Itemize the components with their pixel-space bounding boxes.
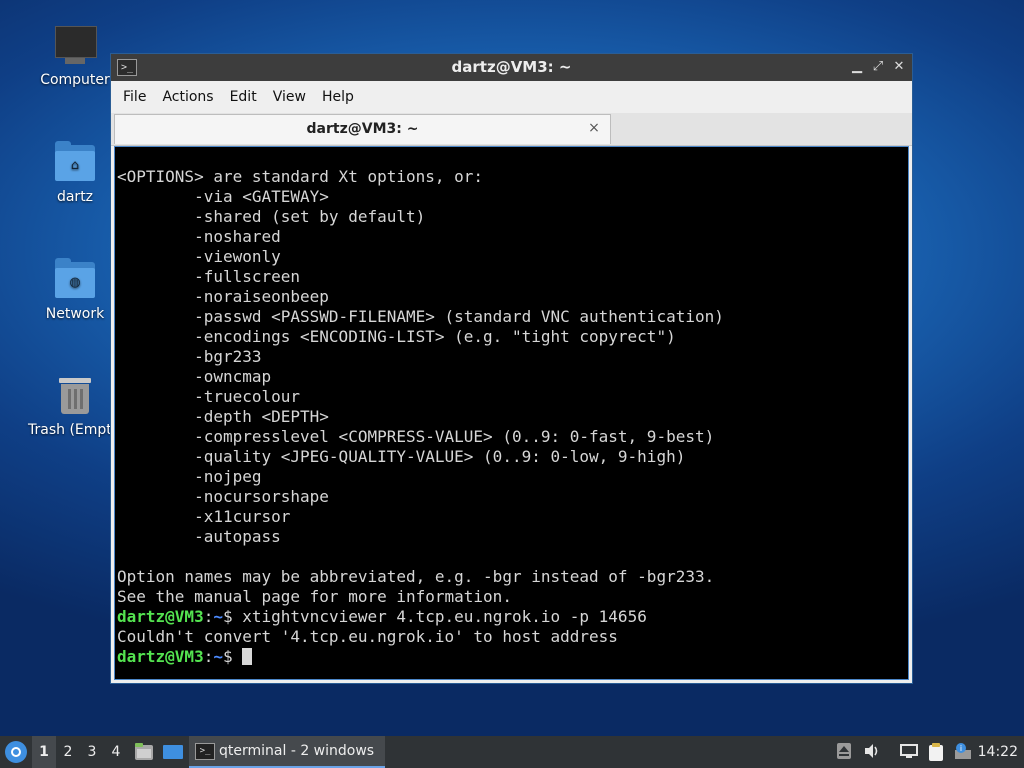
desktop-icon-network[interactable]: ◍ Network xyxy=(27,258,123,322)
command-text: xtightvncviewer 4.tcp.eu.ngrok.io -p 146… xyxy=(242,607,647,626)
terminal-line: -bgr233 xyxy=(117,347,262,366)
desktop-icon-home[interactable]: ⌂ dartz xyxy=(27,141,123,205)
menu-file[interactable]: File xyxy=(115,89,154,105)
tab-label: dartz@VM3: ~ xyxy=(306,121,419,137)
computer-icon xyxy=(53,24,97,68)
prompt-user: dartz@VM3 xyxy=(117,607,204,626)
desktop-icon-label: Computer xyxy=(40,72,110,88)
terminal-line: -noshared xyxy=(117,227,281,246)
terminal-line: -quality <JPEG-QUALITY-VALUE> (0..9: 0-l… xyxy=(117,447,686,466)
command-line: dartz@VM3:~$ xtightvncviewer 4.tcp.eu.ng… xyxy=(117,607,724,627)
terminal-line: -x11cursor xyxy=(117,507,291,526)
menu-help[interactable]: Help xyxy=(314,89,362,105)
workspace-3[interactable]: 3 xyxy=(80,736,104,768)
desktop-icon-label: dartz xyxy=(56,189,94,205)
desktop-icon-computer[interactable]: Computer xyxy=(27,24,123,88)
update-icon[interactable]: i xyxy=(953,742,973,762)
svg-text:i: i xyxy=(960,744,962,753)
window-titlebar[interactable]: >_ dartz@VM3: ~ ▁ ⤢ ✕ xyxy=(111,54,912,81)
text-cursor xyxy=(242,648,253,665)
menu-view[interactable]: View xyxy=(265,89,314,105)
terminal-line: -compresslevel <COMPRESS-VALUE> (0..9: 0… xyxy=(117,427,715,446)
trash-icon xyxy=(53,374,97,418)
terminal-line: -viewonly xyxy=(117,247,281,266)
clock[interactable]: 14:22 xyxy=(978,736,1018,768)
home-folder-icon: ⌂ xyxy=(53,141,97,185)
menu-actions[interactable]: Actions xyxy=(154,89,221,105)
terminal-text: <OPTIONS> are standard Xt options, or: -… xyxy=(117,167,724,667)
terminal-line: <OPTIONS> are standard Xt options, or: xyxy=(117,167,484,186)
prompt-symbol: $ xyxy=(222,607,243,626)
eject-icon[interactable] xyxy=(834,742,854,762)
terminal-line: -depth <DEPTH> xyxy=(117,407,329,426)
prompt-separator: : xyxy=(203,607,214,626)
taskbar: 1 2 3 4 >_ qterminal - 2 windows i 14:22 xyxy=(0,736,1024,768)
window-title: dartz@VM3: ~ xyxy=(451,58,572,76)
network-icon[interactable] xyxy=(899,742,919,762)
volume-icon[interactable] xyxy=(862,742,882,762)
workspace-2[interactable]: 2 xyxy=(56,736,80,768)
prompt-path: ~ xyxy=(213,607,223,626)
terminal-window: >_ dartz@VM3: ~ ▁ ⤢ ✕ File Actions Edit … xyxy=(110,53,913,684)
terminal-line: -via <GATEWAY> xyxy=(117,187,329,206)
menu-edit[interactable]: Edit xyxy=(222,89,265,105)
start-menu-icon[interactable] xyxy=(5,741,27,763)
terminal-line: -shared (set by default) xyxy=(117,207,426,226)
terminal-line: -passwd <PASSWD-FILENAME> (standard VNC … xyxy=(117,307,724,326)
tab-terminal[interactable]: dartz@VM3: ~ × xyxy=(114,114,611,144)
show-desktop-icon[interactable] xyxy=(162,743,183,761)
desktop-icon-label: Network xyxy=(45,306,105,322)
task-qterminal[interactable]: >_ qterminal - 2 windows xyxy=(189,736,385,768)
clipboard-icon[interactable] xyxy=(926,742,946,762)
terminal-line: -truecolour xyxy=(117,387,301,406)
prompt-line[interactable]: dartz@VM3:~$ xyxy=(117,647,724,667)
prompt-symbol: $ xyxy=(222,647,243,666)
terminal-line: -owncmap xyxy=(117,367,272,386)
menu-bar: File Actions Edit View Help xyxy=(111,81,912,113)
network-folder-icon: ◍ xyxy=(53,258,97,302)
prompt-user: dartz@VM3 xyxy=(117,647,204,666)
terminal-line: -noraiseonbeep xyxy=(117,287,329,306)
terminal-line: Option names may be abbreviated, e.g. -b… xyxy=(117,567,715,586)
terminal-line: -nojpeg xyxy=(117,467,262,486)
error-line: Couldn't convert '4.tcp.eu.ngrok.io' to … xyxy=(117,627,618,646)
prompt-separator: : xyxy=(203,647,214,666)
tab-close-icon[interactable]: × xyxy=(586,120,602,136)
terminal-task-icon: >_ xyxy=(195,743,215,760)
tab-bar: dartz@VM3: ~ × xyxy=(111,113,912,146)
terminal-line: -encodings <ENCODING-LIST> (e.g. "tight … xyxy=(117,327,676,346)
prompt-path: ~ xyxy=(213,647,223,666)
terminal-line: -nocursorshape xyxy=(117,487,329,506)
maximize-icon[interactable]: ⤢ xyxy=(869,58,887,76)
file-manager-icon[interactable] xyxy=(134,743,154,761)
task-label: qterminal - 2 windows xyxy=(219,743,375,759)
close-icon[interactable]: ✕ xyxy=(890,58,908,76)
workspace-1[interactable]: 1 xyxy=(32,736,56,768)
terminal-line: See the manual page for more information… xyxy=(117,587,512,606)
minimize-icon[interactable]: ▁ xyxy=(848,58,866,76)
terminal-output[interactable]: <OPTIONS> are standard Xt options, or: -… xyxy=(114,146,909,680)
terminal-line: -fullscreen xyxy=(117,267,301,286)
workspace-4[interactable]: 4 xyxy=(104,736,128,768)
terminal-line: -autopass xyxy=(117,527,281,546)
